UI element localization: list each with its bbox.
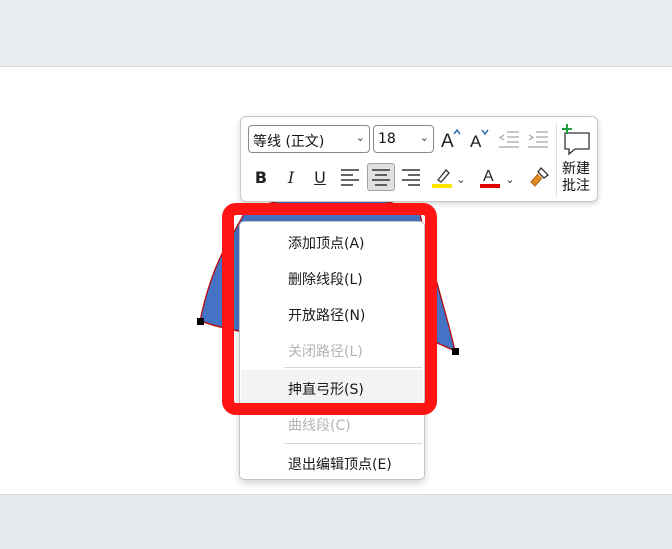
red-highlight-box [222,203,437,415]
shrink-font-icon: A [470,129,489,150]
chevron-down-icon: ⌄ [505,172,515,186]
font-name-select[interactable]: 等线 (正文) ⌄ [248,125,370,153]
bold-button[interactable]: B [248,164,274,190]
new-comment-icon [562,124,590,156]
font-color-icon: A [480,168,500,188]
font-color-dropdown[interactable]: ⌄ [503,166,517,192]
align-left-button[interactable] [337,164,363,190]
font-size-value: 18 [378,131,396,147]
format-painter-icon [530,167,549,187]
font-name-value: 等线 (正文) [253,134,325,150]
bold-label: B [254,167,268,187]
vertex-handle[interactable] [452,348,459,355]
chevron-down-icon: ⌄ [456,172,466,186]
align-right-icon [402,169,420,186]
font-size-select[interactable]: 18 ⌄ [373,125,434,153]
underline-button[interactable]: U [307,164,333,190]
new-comment-button[interactable]: 新建 批注 [556,123,595,197]
mini-toolbar: 等线 (正文) ⌄ 18 ⌄ A A B I U ⌄ A ⌄ 新建 批注 [240,116,598,202]
increase-indent-icon [528,131,548,148]
menu-item-exit-edit-points[interactable]: 退出编辑顶点(E) [241,445,423,479]
chevron-down-icon: ⌄ [419,131,429,144]
grow-font-icon: A [441,128,461,150]
font-color-button[interactable]: A [477,164,503,190]
highlight-color-button[interactable] [429,164,455,190]
align-center-button[interactable] [367,163,395,191]
highlighter-icon [432,169,452,188]
highlight-dropdown[interactable]: ⌄ [454,166,468,192]
new-comment-label: 新建 批注 [562,161,590,194]
font-color-letter: A [483,168,494,185]
shrink-font-button[interactable]: A [467,126,493,152]
menu-separator [284,443,422,444]
decrease-indent-button[interactable] [496,126,522,152]
grow-font-button[interactable]: A [438,126,464,152]
grow-font-letter: A [441,131,454,150]
decrease-indent-icon [498,131,519,148]
format-painter-button[interactable] [526,164,552,190]
italic-label: I [287,167,295,187]
vertex-handle[interactable] [197,318,204,325]
increase-indent-button[interactable] [525,126,551,152]
align-left-icon [341,169,359,186]
shrink-font-letter: A [470,132,482,150]
chevron-down-icon: ⌄ [355,131,365,144]
italic-button[interactable]: I [278,164,304,190]
align-center-icon [372,169,390,186]
underline-label: U [314,167,326,187]
align-right-button[interactable] [398,164,424,190]
